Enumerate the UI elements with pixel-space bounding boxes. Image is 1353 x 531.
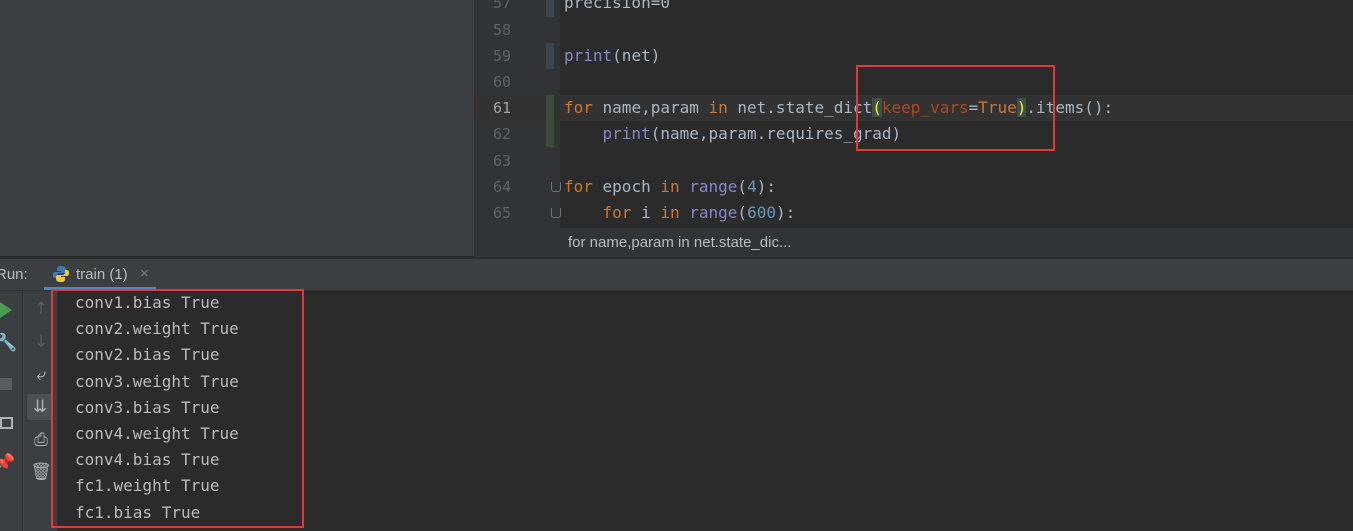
code-token: in <box>660 177 680 196</box>
code-line[interactable]: 65 for i in range(600): <box>474 200 1353 226</box>
scroll-to-end-button[interactable]: ⇊ <box>27 394 53 420</box>
code-token: in <box>660 203 680 222</box>
highlight-box-output <box>51 289 304 528</box>
code-token: ): <box>756 177 776 196</box>
run-icon[interactable] <box>0 301 14 319</box>
tab-train-1[interactable]: train (1) × <box>44 259 156 290</box>
line-number: 65 <box>492 204 511 222</box>
fold-icon[interactable] <box>551 208 561 218</box>
fold-icon[interactable] <box>551 182 561 192</box>
code-line[interactable]: 57 precision=0 <box>474 0 1353 16</box>
code-text: print(name,param.requires_grad) <box>564 121 902 147</box>
code-text: precision=0 <box>564 0 670 16</box>
python-icon <box>53 266 69 282</box>
code-token: precision=0 <box>564 0 670 12</box>
layout-icon[interactable] <box>0 417 13 429</box>
editor-breadcrumb[interactable]: for name,param in net.state_dic... <box>474 228 1353 257</box>
code-token: name,param <box>592 98 709 117</box>
code-text: for epoch in range(4): <box>564 174 776 200</box>
code-token: range <box>689 203 738 222</box>
code-line[interactable]: 63 <box>474 148 1353 174</box>
code-token: epoch <box>592 177 661 196</box>
breadcrumb-text: for name,param in net.state_dic... <box>568 234 792 251</box>
code-token: ( <box>737 203 748 222</box>
tab-label: train (1) <box>76 266 128 283</box>
line-number: 64 <box>492 178 511 196</box>
line-number: 62 <box>492 125 511 143</box>
code-line[interactable]: 64 for epoch in range(4): <box>474 174 1353 200</box>
code-token: for <box>564 177 593 196</box>
line-number: 60 <box>492 73 511 91</box>
line-number: 63 <box>492 152 511 170</box>
close-icon[interactable]: × <box>140 265 149 282</box>
change-marker[interactable] <box>546 95 554 147</box>
code-token: 4 <box>747 177 757 196</box>
code-token: range <box>689 177 738 196</box>
code-token: print <box>564 46 613 65</box>
code-token: print <box>602 124 651 143</box>
code-line[interactable]: 58 <box>474 17 1353 43</box>
run-toolbar-left: 🔧 📌 <box>0 291 23 531</box>
line-number: 59 <box>492 47 511 65</box>
code-token: i <box>631 203 661 222</box>
code-text: for i in range(600): <box>564 200 796 226</box>
line-number: 57 <box>492 0 511 12</box>
run-tool-header: Run: train (1) × <box>0 259 1353 291</box>
highlight-box-keep-vars <box>856 65 1055 151</box>
project-pane <box>0 0 474 256</box>
code-token: 600 <box>747 203 776 222</box>
code-token: ( <box>737 177 748 196</box>
code-text: print(net) <box>564 43 660 69</box>
line-number: 58 <box>492 21 511 39</box>
code-token: net.state_dict <box>727 98 873 117</box>
code-token: (net) <box>612 46 661 65</box>
run-label: Run: <box>0 266 28 283</box>
code-token: ): <box>775 203 796 222</box>
pin-icon[interactable]: 📌 <box>0 453 20 473</box>
change-marker[interactable] <box>546 43 554 69</box>
wrench-icon[interactable]: 🔧 <box>0 333 22 353</box>
code-token: in <box>708 98 728 117</box>
code-token: for <box>602 203 632 222</box>
stop-icon[interactable] <box>0 378 12 390</box>
code-token: for <box>564 98 593 117</box>
line-number: 61 <box>492 99 511 117</box>
change-marker[interactable] <box>546 0 554 17</box>
